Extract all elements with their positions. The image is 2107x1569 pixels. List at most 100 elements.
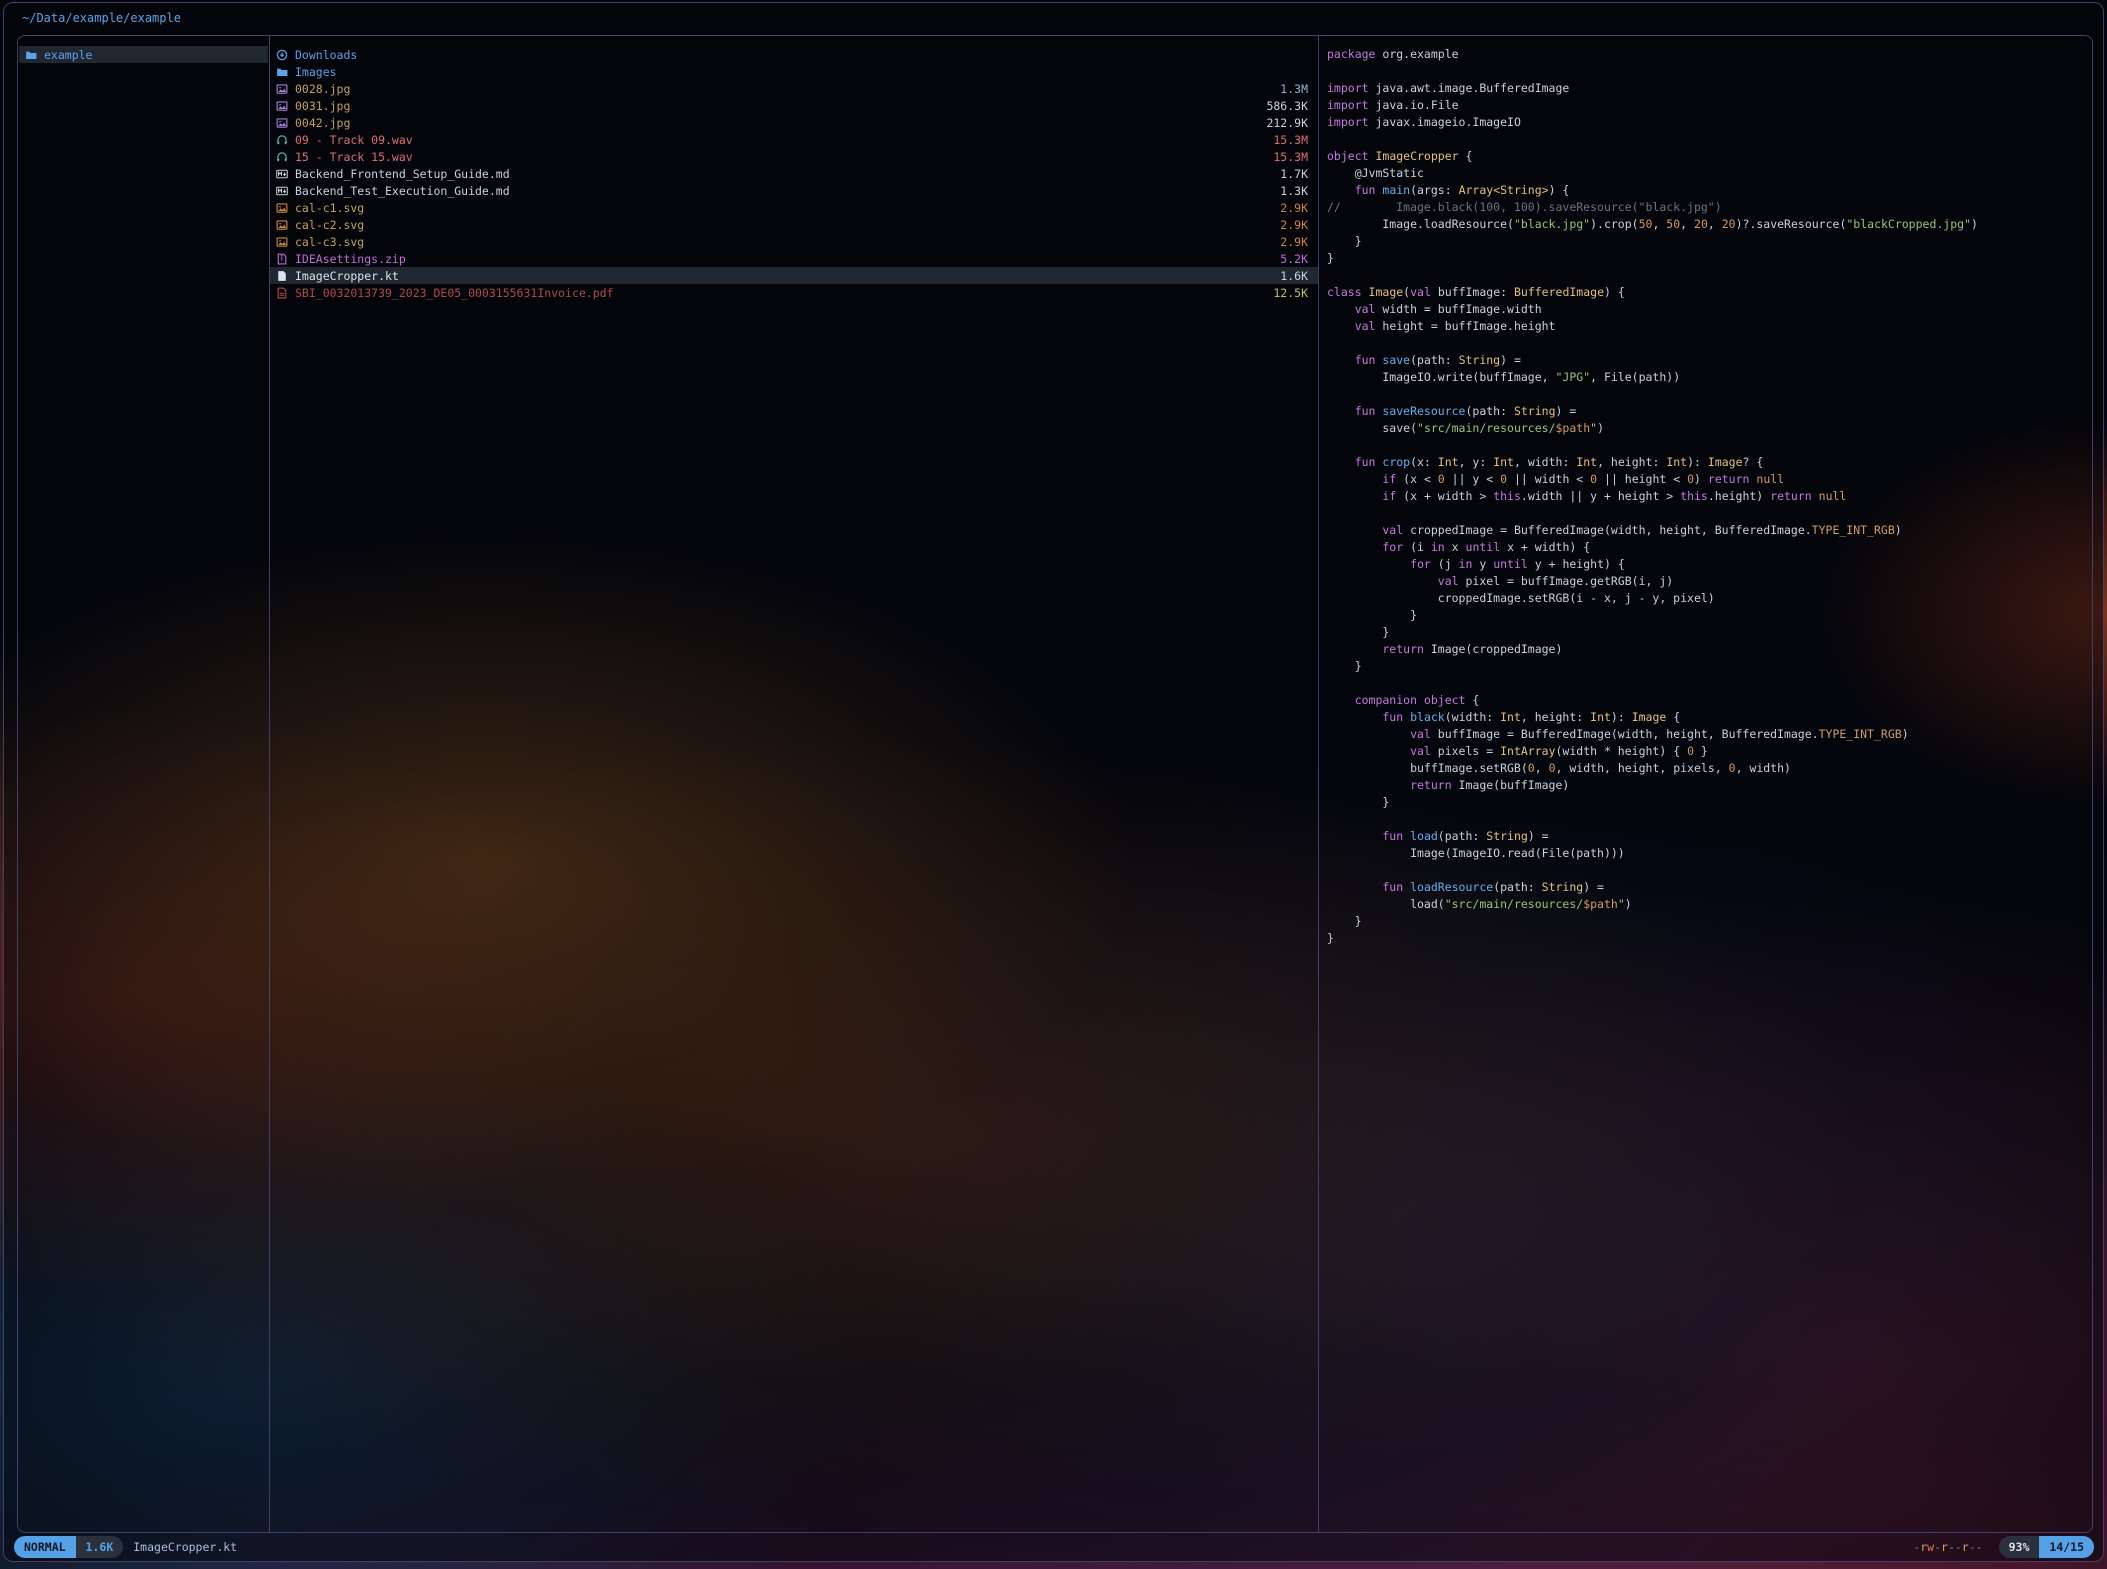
- status-bar: NORMAL 1.6K ImageCropper.kt -rw-r--r-- 9…: [14, 1536, 2094, 1558]
- permission-char: --: [1969, 1540, 1983, 1554]
- file-row[interactable]: 0028.jpg 1.3M: [270, 80, 1318, 97]
- code-line: package org.example: [1327, 46, 2084, 63]
- file-row[interactable]: Backend_Test_Execution_Guide.md 1.3K: [270, 182, 1318, 199]
- code-line: val croppedImage = BufferedImage(width, …: [1327, 522, 2084, 539]
- code-line: save("src/main/resources/$path"): [1327, 420, 2084, 437]
- file-row[interactable]: 09 - Track 09.wav 15.3M: [270, 131, 1318, 148]
- file-row[interactable]: Backend_Frontend_Setup_Guide.md 1.7K: [270, 165, 1318, 182]
- code-line: fun black(width: Int, height: Int): Imag…: [1327, 709, 2084, 726]
- file-row[interactable]: Downloads: [270, 46, 1318, 63]
- file-permissions: -rw-r--r--: [1913, 1540, 1982, 1554]
- code-line: }: [1327, 233, 2084, 250]
- status-right: -rw-r--r-- 93% 14/15: [1913, 1536, 2094, 1558]
- file-size: 1.3K: [1268, 184, 1308, 198]
- file-name: Downloads: [295, 48, 357, 62]
- file-name: example: [44, 48, 92, 62]
- scroll-percent: 93%: [1999, 1536, 2040, 1558]
- code-line: buffImage.setRGB(0, 0, width, height, pi…: [1327, 760, 2084, 777]
- folder-icon: [25, 49, 40, 61]
- preview-pane: package org.exampleimport java.awt.image…: [1319, 36, 2092, 1532]
- permission-char: --: [1948, 1540, 1962, 1554]
- file-size: 12.5K: [1261, 286, 1308, 300]
- cwd-path: ~/Data/example/example: [22, 11, 181, 25]
- code-line: [1327, 267, 2084, 284]
- file-name: 15 - Track 15.wav: [295, 150, 413, 164]
- file-size: 1.3M: [1268, 82, 1308, 96]
- code-line: [1327, 437, 2084, 454]
- file-size: 586.3K: [1254, 99, 1308, 113]
- image-icon: [276, 202, 291, 214]
- file-row[interactable]: Images: [270, 63, 1318, 80]
- file-name: cal-c3.svg: [295, 235, 364, 249]
- file-name: 0031.jpg: [295, 99, 350, 113]
- code-line: }: [1327, 658, 2084, 675]
- code-line: [1327, 63, 2084, 80]
- code-line: fun saveResource(path: String) =: [1327, 403, 2084, 420]
- file-size: 5.2K: [1268, 252, 1308, 266]
- file-row[interactable]: SBI_0032013739_2023_DE05_0003155631Invoi…: [270, 284, 1318, 301]
- code-line: [1327, 505, 2084, 522]
- code-line: }: [1327, 794, 2084, 811]
- file-row[interactable]: cal-c3.svg 2.9K: [270, 233, 1318, 250]
- code-line: Image(ImageIO.read(File(path))): [1327, 845, 2084, 862]
- audio-icon: [276, 134, 291, 146]
- cursor-position: 14/15: [2039, 1536, 2094, 1558]
- file-size: 2.9K: [1268, 201, 1308, 215]
- code-line: [1327, 862, 2084, 879]
- file-size: 1.6K: [1268, 269, 1308, 283]
- file-icon: [276, 270, 291, 282]
- status-left: NORMAL 1.6K ImageCropper.kt: [14, 1536, 237, 1558]
- selected-file-size: 1.6K: [76, 1536, 124, 1558]
- code-line: val pixels = IntArray(width * height) { …: [1327, 743, 2084, 760]
- code-line: val height = buffImage.height: [1327, 318, 2084, 335]
- code-line: [1327, 675, 2084, 692]
- file-size: 15.3M: [1261, 133, 1308, 147]
- file-row[interactable]: 0042.jpg 212.9K: [270, 114, 1318, 131]
- code-line: val pixel = buffImage.getRGB(i, j): [1327, 573, 2084, 590]
- image-icon: [276, 117, 291, 129]
- image-icon: [276, 236, 291, 248]
- file-name: 09 - Track 09.wav: [295, 133, 413, 147]
- code-line: fun main(args: Array<String>) {: [1327, 182, 2084, 199]
- markdown-icon: [276, 168, 291, 180]
- code-line: object ImageCropper {: [1327, 148, 2084, 165]
- zip-icon: [276, 253, 291, 265]
- code-line: return Image(buffImage): [1327, 777, 2084, 794]
- file-row[interactable]: 15 - Track 15.wav 15.3M: [270, 148, 1318, 165]
- file-name: cal-c2.svg: [295, 218, 364, 232]
- file-manager-panes: example Downloads Images 0028.jpg 1.3M: [17, 35, 2093, 1533]
- file-row[interactable]: cal-c2.svg 2.9K: [270, 216, 1318, 233]
- code-line: class Image(val buffImage: BufferedImage…: [1327, 284, 2084, 301]
- code-line: val width = buffImage.width: [1327, 301, 2084, 318]
- permission-char: r: [1962, 1540, 1969, 1554]
- code-line: Image.loadResource("black.jpg").crop(50,…: [1327, 216, 2084, 233]
- parent-directory-pane: example: [18, 36, 270, 1532]
- code-line: // Image.black(100, 100).saveResource("b…: [1327, 199, 2084, 216]
- permission-char: r: [1941, 1540, 1948, 1554]
- code-line: fun loadResource(path: String) =: [1327, 879, 2084, 896]
- code-line: croppedImage.setRGB(i - x, j - y, pixel): [1327, 590, 2084, 607]
- image-icon: [276, 219, 291, 231]
- download-icon: [276, 49, 291, 61]
- code-line: fun save(path: String) =: [1327, 352, 2084, 369]
- code-line: return Image(croppedImage): [1327, 641, 2084, 658]
- parent-dir-row[interactable]: example: [19, 46, 268, 63]
- file-row[interactable]: ImageCropper.kt 1.6K: [270, 267, 1318, 284]
- file-row[interactable]: IDEAsettings.zip 5.2K: [270, 250, 1318, 267]
- file-size: 1.7K: [1268, 167, 1308, 181]
- code-line: fun crop(x: Int, y: Int, width: Int, hei…: [1327, 454, 2084, 471]
- code-line: if (x + width > this.width || y + height…: [1327, 488, 2084, 505]
- folder-icon: [276, 66, 291, 78]
- file-row[interactable]: cal-c1.svg 2.9K: [270, 199, 1318, 216]
- file-name: 0042.jpg: [295, 116, 350, 130]
- file-name: SBI_0032013739_2023_DE05_0003155631Invoi…: [295, 286, 614, 300]
- code-line: }: [1327, 607, 2084, 624]
- pdf-icon: [276, 287, 291, 299]
- file-name: cal-c1.svg: [295, 201, 364, 215]
- file-size: 212.9K: [1254, 116, 1308, 130]
- code-line: @JvmStatic: [1327, 165, 2084, 182]
- code-line: if (x < 0 || y < 0 || width < 0 || heigh…: [1327, 471, 2084, 488]
- file-size: 2.9K: [1268, 218, 1308, 232]
- code-line: [1327, 811, 2084, 828]
- file-row[interactable]: 0031.jpg 586.3K: [270, 97, 1318, 114]
